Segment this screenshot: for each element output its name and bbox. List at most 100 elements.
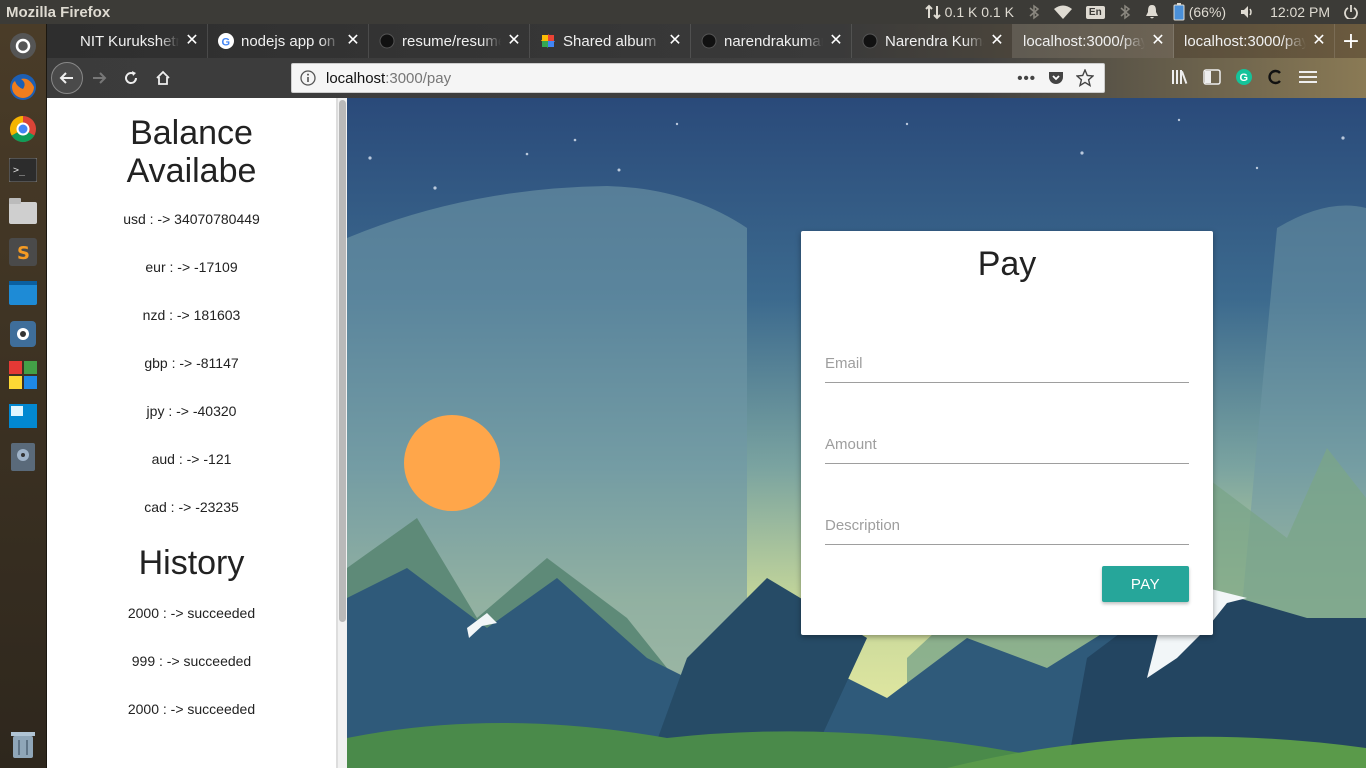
extension-icon[interactable] <box>1267 68 1285 86</box>
balance-item: gbp : -> -81147 <box>144 355 239 371</box>
notification-indicator[interactable] <box>1145 4 1159 20</box>
email-field[interactable] <box>825 339 1189 372</box>
chrome-icon[interactable] <box>7 113 39 145</box>
wifi-icon <box>1053 5 1072 19</box>
tab-label: Narendra Kumar <box>885 32 984 50</box>
sidebar-scrollbar[interactable] <box>337 98 347 768</box>
scrollbar-thumb[interactable] <box>339 100 346 622</box>
photos-icon <box>540 33 556 49</box>
toolbar-icons: G <box>1171 68 1317 86</box>
url-host: localhost <box>326 69 386 87</box>
scanner-icon[interactable] <box>7 318 39 350</box>
home-button[interactable] <box>147 62 179 94</box>
sublime-text-icon[interactable]: S <box>7 236 39 268</box>
close-icon[interactable]: ✕ <box>507 33 521 49</box>
close-icon[interactable]: ✕ <box>668 33 682 49</box>
battery-percent: (66%) <box>1188 4 1227 20</box>
github-icon <box>862 33 878 49</box>
tab-bar: NIT Kurukshetra ✕ G nodejs app on heroku… <box>47 24 1366 58</box>
screen-icon[interactable] <box>7 400 39 432</box>
amount-field[interactable] <box>825 420 1189 453</box>
svg-text:G: G <box>222 37 231 49</box>
svg-text:S: S <box>17 243 30 264</box>
amount-field-wrapper <box>825 420 1189 464</box>
history-item: 2000 : -> succeeded <box>127 701 256 717</box>
back-button[interactable] <box>51 62 83 94</box>
network-arrows-icon <box>924 4 941 20</box>
ubuntu-dash-icon[interactable] <box>7 30 39 62</box>
forward-button[interactable] <box>83 62 115 94</box>
tab-narendra-kumar[interactable]: Narendra Kumar ✕ <box>852 24 1013 58</box>
tab-localhost-pay-active[interactable]: localhost:3000/pay ✕ <box>1013 24 1174 58</box>
tab-label: localhost:3000/pay <box>1023 32 1145 50</box>
tab-nodejs-app[interactable]: G nodejs app on heroku ✕ <box>208 24 369 58</box>
tab-resume[interactable]: resume/resume ✕ <box>369 24 530 58</box>
email-field-wrapper <box>825 339 1189 383</box>
close-icon[interactable]: ✕ <box>990 33 1004 49</box>
pay-form-card: Pay PAY <box>801 231 1213 635</box>
github-icon <box>701 33 717 49</box>
generic-page-icon <box>57 33 73 49</box>
balance-item: eur : -> -17109 <box>145 259 238 275</box>
close-icon[interactable]: ✕ <box>1151 33 1165 49</box>
power-indicator[interactable] <box>1344 5 1358 19</box>
pocket-icon[interactable] <box>1048 70 1064 86</box>
bluetooth-indicator[interactable] <box>1028 4 1040 20</box>
tab-localhost-pay[interactable]: localhost:3000/pay ✕ <box>1174 24 1335 58</box>
terminal-icon[interactable]: >_ <box>7 154 39 186</box>
balance-item: aud : -> -121 <box>151 451 232 467</box>
battery-icon <box>1173 3 1185 21</box>
info-icon[interactable] <box>300 70 316 86</box>
tab-narendrakumar[interactable]: narendrakumar ✕ <box>691 24 852 58</box>
balance-item: cad : -> -23235 <box>144 499 239 515</box>
close-icon[interactable]: ✕ <box>185 33 199 49</box>
page-actions-menu-icon[interactable]: ••• <box>1017 70 1036 87</box>
page-viewport: Balance Availabe usd : -> 34070780449 eu… <box>47 98 1366 768</box>
reload-icon <box>125 71 138 84</box>
tab-nit-kurukshetra[interactable]: NIT Kurukshetra ✕ <box>47 24 208 58</box>
library-icon[interactable] <box>1171 68 1189 86</box>
files-icon[interactable] <box>7 195 39 227</box>
hamburger-menu-icon[interactable] <box>1299 68 1317 86</box>
reload-button[interactable] <box>115 62 147 94</box>
github-icon <box>379 33 395 49</box>
url-actions: ••• <box>1017 69 1104 87</box>
grammarly-icon[interactable]: G <box>1235 68 1253 86</box>
pay-button[interactable]: PAY <box>1102 566 1189 602</box>
blue-window-icon[interactable] <box>7 277 39 309</box>
new-tab-button[interactable]: + <box>1336 24 1366 58</box>
trash-icon[interactable] <box>7 728 39 760</box>
battery-indicator[interactable]: (66%) <box>1173 3 1226 21</box>
balance-item: jpy : -> -40320 <box>146 403 237 419</box>
tab-label: Shared album <box>563 32 657 50</box>
firefox-icon[interactable] <box>7 71 39 103</box>
bookmark-star-icon[interactable] <box>1076 69 1094 87</box>
tab-label: resume/resume <box>402 32 501 50</box>
libreoffice-icon[interactable] <box>7 359 39 391</box>
back-arrow-icon <box>59 72 73 84</box>
balance-item: usd : -> 34070780449 <box>123 211 260 227</box>
close-icon[interactable]: ✕ <box>1312 33 1326 49</box>
system-indicators: 0.1 K 0.1 K En (66%) 12:02 PM <box>924 3 1366 21</box>
pay-title: Pay <box>977 245 1037 283</box>
system-top-bar: Mozilla Firefox 0.1 K 0.1 K En (66%) 12:… <box>0 0 1366 24</box>
wifi-indicator[interactable] <box>1053 5 1072 19</box>
sidebar-toggle-icon[interactable] <box>1203 68 1221 86</box>
close-icon[interactable]: ✕ <box>829 33 843 49</box>
clock[interactable]: 12:02 PM <box>1270 4 1330 20</box>
description-field[interactable] <box>825 501 1189 534</box>
forward-arrow-icon <box>93 72 107 84</box>
tab-label: NIT Kurukshetra <box>80 32 179 50</box>
launcher: >_ S <box>0 24 47 768</box>
network-indicator[interactable]: 0.1 K 0.1 K <box>924 4 1014 20</box>
url-bar[interactable]: localhost:3000/pay ••• <box>291 63 1105 93</box>
tab-label: narendrakumar <box>724 32 823 50</box>
bell-icon <box>1145 5 1158 19</box>
disk-icon[interactable] <box>7 441 39 473</box>
close-icon[interactable]: ✕ <box>346 33 360 49</box>
tab-shared-album[interactable]: Shared album ✕ <box>530 24 691 58</box>
bluetooth-indicator-2[interactable] <box>1119 4 1131 20</box>
volume-indicator[interactable] <box>1240 5 1256 19</box>
keyboard-indicator[interactable]: En <box>1085 5 1105 19</box>
history-title: History <box>138 544 245 582</box>
